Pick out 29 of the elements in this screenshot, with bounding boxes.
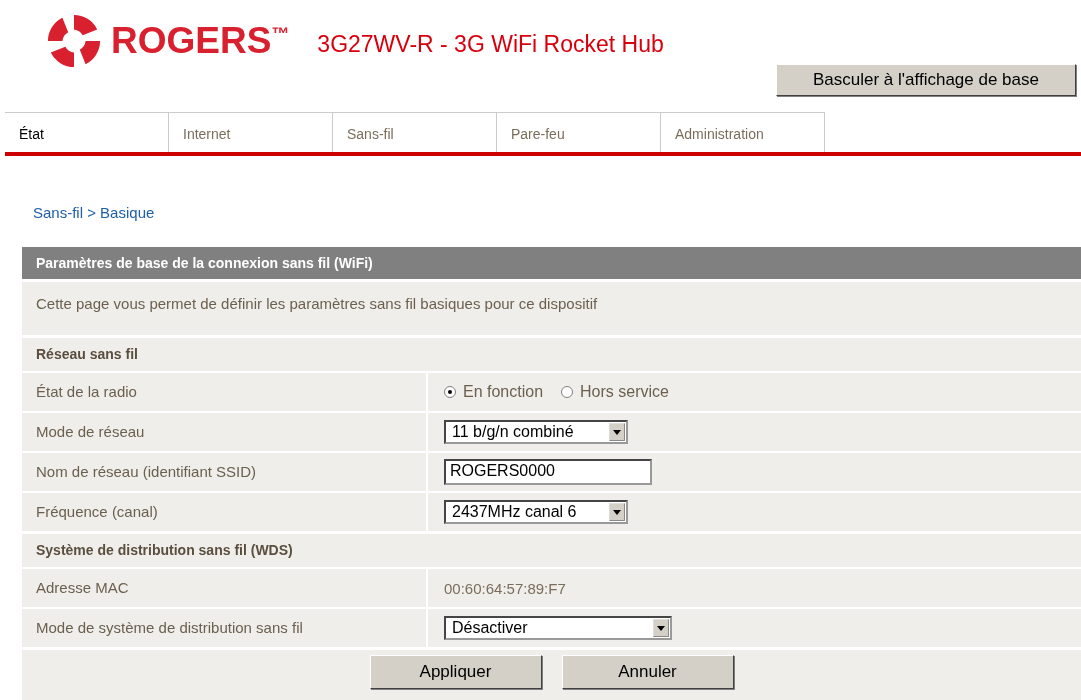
field-label: État de la radio	[36, 383, 137, 400]
field-label: Nom de réseau (identifiant SSID)	[36, 463, 257, 480]
field-label: Mode de système de distribution sans fil	[36, 619, 303, 636]
dropdown[interactable]: Désactiver	[444, 616, 672, 640]
radio-button[interactable]	[444, 386, 456, 398]
caret-icon	[609, 503, 625, 521]
switch-view-button[interactable]: Basculer à l'affichage de base	[776, 64, 1076, 96]
logo-icon	[45, 12, 103, 70]
radio-button[interactable]	[561, 386, 574, 398]
radio-label: Hors service	[580, 383, 669, 401]
section-heading: Système de distribution sans fil (WDS)	[36, 542, 293, 558]
caret-icon	[653, 619, 669, 637]
action-button[interactable]: Annuler	[561, 655, 734, 689]
panel-description: Cette page vous permet de définir les paramètres sans fil basiques pour ce dispositif	[36, 295, 598, 312]
field-label: Mode de réseau	[36, 423, 145, 440]
caret-icon	[609, 423, 625, 441]
dropdown[interactable]: 11 b/g/n combiné	[444, 420, 628, 444]
field-label: Adresse MAC	[36, 579, 129, 596]
breadcrumb-link[interactable]: Sans-fil > Basique	[33, 204, 1081, 221]
dropdown[interactable]: 2437MHz canal 6	[444, 500, 628, 524]
brand-logo-text: ROGERS$^{™}$	[111, 20, 290, 62]
radio-label: En fonction	[463, 383, 544, 401]
input-field[interactable]: ROGERS0000	[444, 459, 652, 485]
field-label: Fréquence (canal)	[36, 503, 158, 520]
device-title: 3G27WV-R - 3G WiFi Rocket Hub	[317, 30, 664, 58]
field-value: 00:60:64:57:89:F7	[444, 579, 566, 597]
section-heading: Réseau sans fil	[36, 346, 138, 362]
action-button[interactable]: Appliquer	[369, 655, 542, 689]
panel-title: Paramètres de base de la connexion sans fil (WiFi)	[22, 247, 1081, 279]
